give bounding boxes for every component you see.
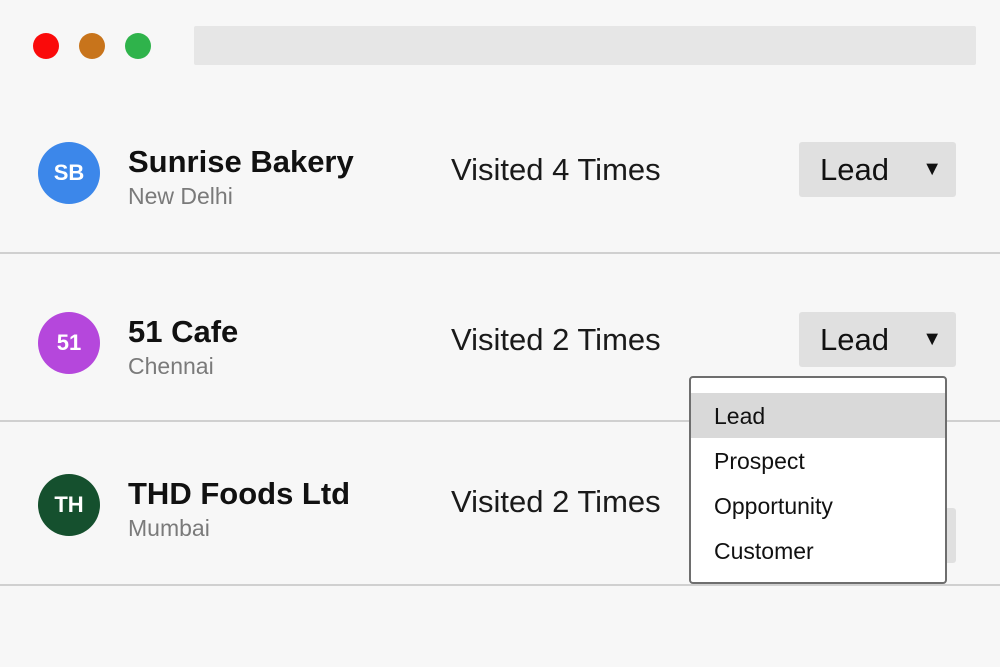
row-divider — [0, 584, 1000, 586]
dropdown-option-opportunity[interactable]: Opportunity — [691, 483, 945, 528]
avatar: 51 — [38, 312, 100, 374]
address-bar[interactable] — [194, 26, 976, 65]
business-city: Chennai — [128, 353, 214, 379]
visit-count: Visited 2 Times — [451, 322, 661, 357]
maximize-window-button[interactable] — [125, 33, 151, 59]
window-titlebar — [0, 0, 1000, 90]
status-select-value: Lead — [820, 152, 889, 187]
list-item: SB Sunrise Bakery New Delhi Visited 4 Ti… — [0, 86, 1000, 254]
visit-count: Visited 4 Times — [451, 152, 661, 187]
dropdown-option-prospect[interactable]: Prospect — [691, 438, 945, 483]
status-select[interactable]: Lead ▼ — [799, 142, 956, 197]
status-select[interactable]: Lead ▼ — [799, 312, 956, 367]
business-city: Mumbai — [128, 515, 210, 541]
avatar: TH — [38, 474, 100, 536]
avatar: SB — [38, 142, 100, 204]
business-city: New Delhi — [128, 183, 233, 209]
minimize-window-button[interactable] — [79, 33, 105, 59]
visit-count: Visited 2 Times — [451, 484, 661, 519]
dropdown-option-lead[interactable]: Lead — [691, 393, 945, 438]
caret-down-icon: ▼ — [922, 158, 942, 180]
caret-down-icon: ▼ — [922, 328, 942, 350]
business-name: Sunrise Bakery — [128, 144, 354, 179]
close-window-button[interactable] — [33, 33, 59, 59]
status-select-value: Lead — [820, 322, 889, 357]
status-dropdown-menu: Lead Prospect Opportunity Customer — [689, 376, 947, 584]
dropdown-option-customer[interactable]: Customer — [691, 528, 945, 573]
business-name: THD Foods Ltd — [128, 476, 351, 511]
business-name: 51 Cafe — [128, 314, 239, 349]
